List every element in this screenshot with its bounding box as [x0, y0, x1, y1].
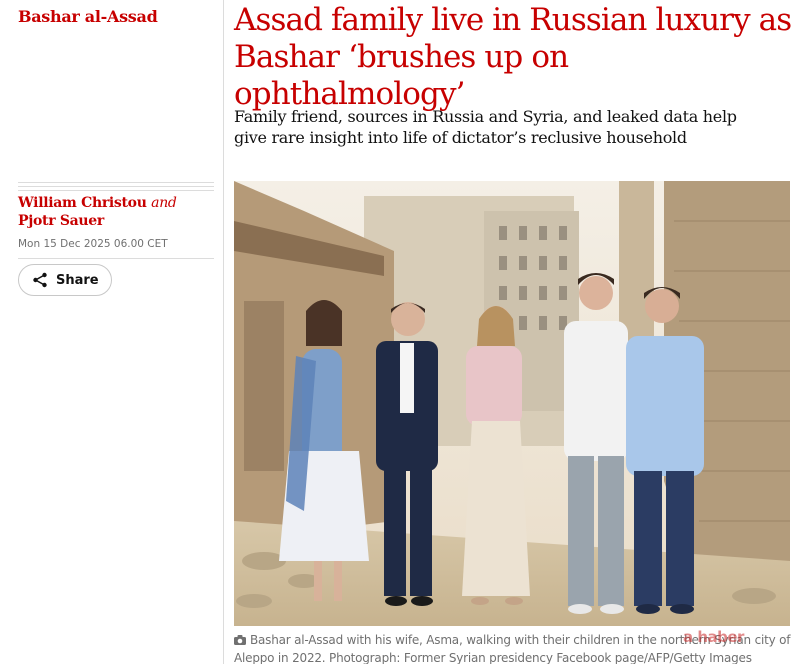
share-icon — [32, 272, 48, 288]
author-link-1[interactable]: William Christou — [18, 195, 147, 211]
publish-date: Mon 15 Dec 2025 06.00 CET — [18, 238, 168, 250]
article-standfirst: Family friend, sources in Russia and Syr… — [234, 107, 737, 147]
section-kicker-link[interactable]: Bashar al-Assad — [18, 7, 158, 26]
watermark-logo: a haber — [683, 628, 744, 646]
share-button[interactable]: Share — [18, 264, 112, 296]
meta-top-rules — [18, 182, 214, 194]
meta-divider — [18, 258, 214, 259]
share-label: Share — [56, 272, 99, 288]
byline: William Christou and Pjotr Sauer — [18, 194, 218, 230]
column-divider — [223, 0, 224, 664]
article-main-photo — [234, 181, 790, 626]
author-link-2[interactable]: Pjotr Sauer — [18, 213, 104, 229]
article-headline: Assad family live in Russian luxury as B… — [234, 2, 792, 112]
caption-line-2: Aleppo in 2022. Photograph: Former Syria… — [234, 651, 752, 664]
byline-conjunction: and — [151, 195, 177, 211]
camera-icon — [234, 633, 246, 650]
